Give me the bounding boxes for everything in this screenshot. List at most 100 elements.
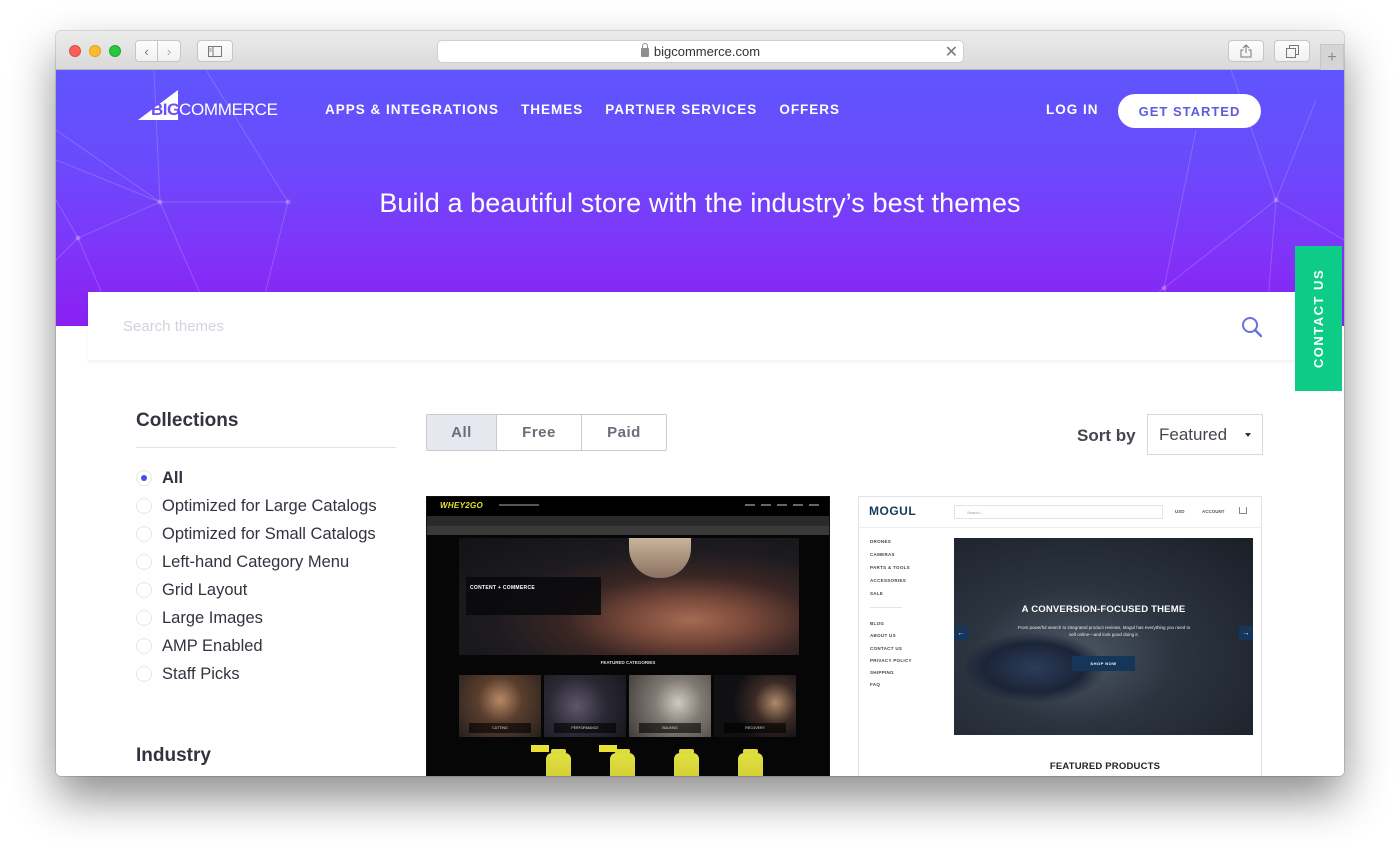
collection-label: Optimized for Small Catalogs	[162, 524, 376, 543]
arrow-right-icon: →	[1239, 626, 1253, 640]
filter-sidebar: Collections All Optimized for Large Cata…	[136, 410, 396, 766]
preview-logo: MOGUL	[869, 504, 917, 518]
contact-us-tab[interactable]: CONTACT US	[1295, 246, 1342, 391]
sort-value: Featured	[1159, 424, 1228, 444]
preview-account: ACCOUNT	[1202, 509, 1225, 514]
tab-all[interactable]: All	[427, 415, 497, 450]
page: BIG COMMERCE APPS & INTEGRATIONS THEMES …	[56, 70, 1344, 776]
radio-button[interactable]	[136, 526, 152, 542]
nav-partner-services[interactable]: PARTNER SERVICES	[605, 102, 757, 117]
login-link[interactable]: LOG IN	[1046, 102, 1099, 117]
search-box	[88, 292, 1298, 360]
collections-heading: Collections	[136, 410, 239, 431]
close-window-button[interactable]	[69, 45, 81, 57]
preview-logo: WHEY2GO	[440, 501, 483, 510]
tab-overview-button[interactable]	[1274, 40, 1310, 62]
forward-button[interactable]: ›	[158, 40, 181, 62]
nav-apps-integrations[interactable]: APPS & INTEGRATIONS	[325, 102, 499, 117]
nav-themes[interactable]: THEMES	[521, 102, 583, 117]
preview-menu-item: SHIPPING	[870, 670, 894, 676]
nav-offers[interactable]: OFFERS	[779, 102, 840, 117]
collection-option-left-hand-menu[interactable]: Left-hand Category Menu	[136, 548, 396, 576]
radio-button[interactable]	[136, 498, 152, 514]
preview-header: MOGUL Search... USD ACCOUNT	[859, 497, 1261, 528]
preview-decoration	[499, 504, 539, 506]
new-tab-button[interactable]: +	[1320, 44, 1344, 70]
tabs-icon	[1285, 44, 1299, 58]
contact-us-label: CONTACT US	[1311, 268, 1327, 369]
collection-option-grid-layout[interactable]: Grid Layout	[136, 576, 396, 604]
url-text: bigcommerce.com	[653, 44, 761, 59]
preview-menu-item: ABOUT US	[870, 633, 896, 639]
preview-product-bottle	[674, 749, 699, 776]
preview-category: RECOVERY	[714, 675, 796, 737]
radio-button[interactable]	[136, 582, 152, 598]
preview-menu-item: PARTS & TOOLS	[870, 565, 910, 570]
collection-option-staff-picks[interactable]: Staff Picks	[136, 660, 396, 688]
logo-big-text: BIG	[151, 100, 180, 119]
preview-hero-title: A CONVERSION-FOCUSED THEME	[1021, 604, 1186, 615]
radio-button[interactable]	[136, 470, 152, 486]
arrow-left-icon: ←	[954, 626, 968, 640]
sidebar-icon	[208, 45, 222, 57]
preview-menu-item: BLOG	[870, 621, 885, 626]
collection-option-small-catalogs[interactable]: Optimized for Small Catalogs	[136, 520, 396, 548]
preview-menu-item: DRONES	[870, 539, 892, 544]
preview-category: CUTTING	[459, 675, 541, 737]
chevron-right-icon: ›	[166, 43, 172, 59]
preview-hero-image: CONTENT + COMMERCE	[459, 538, 799, 655]
collection-label: All	[162, 468, 184, 487]
preview-hero-box: CONTENT + COMMERCE	[466, 577, 601, 615]
theme-card-whey2go[interactable]: WHEY2GO CONTENT + COMMERCE FEATURED CATE…	[426, 496, 830, 776]
chevron-left-icon: ‹	[144, 43, 149, 59]
collection-option-amp-enabled[interactable]: AMP Enabled	[136, 632, 396, 660]
collection-option-large-catalogs[interactable]: Optimized for Large Catalogs	[136, 492, 396, 520]
minimize-window-button[interactable]	[89, 45, 101, 57]
radio-button[interactable]	[136, 554, 152, 570]
preview-product-bottle	[738, 749, 763, 776]
preview-hero-subtitle: From powerful search to integrated produ…	[1017, 625, 1191, 637]
preview-product-bottle	[546, 749, 571, 776]
preview-search: Search...	[954, 505, 1163, 519]
tab-paid[interactable]: Paid	[582, 415, 666, 450]
preview-badge	[531, 745, 549, 752]
radio-button[interactable]	[136, 638, 152, 654]
sidebar-toggle-button[interactable]	[197, 40, 233, 62]
caret-down-icon	[1245, 433, 1251, 437]
plus-icon: +	[1327, 48, 1337, 66]
price-filter-tabs: All Free Paid	[426, 414, 667, 451]
preview-category: BULKING	[629, 675, 711, 737]
collection-label: Left-hand Category Menu	[162, 552, 350, 571]
browser-window: ‹ › bigcommerce.com ✕ + BIG COMMERCE APP…	[56, 31, 1344, 776]
cart-icon	[1239, 507, 1247, 514]
radio-button[interactable]	[136, 666, 152, 682]
preview-hero-title: CONTENT + COMMERCE	[470, 585, 535, 591]
address-bar[interactable]: bigcommerce.com ✕	[437, 40, 964, 63]
tab-free[interactable]: Free	[497, 415, 582, 450]
collection-label: Optimized for Large Catalogs	[162, 496, 377, 515]
search-icon[interactable]	[1241, 316, 1263, 338]
sort-select[interactable]: Featured	[1147, 414, 1263, 455]
preview-banner	[427, 526, 829, 535]
preview-section-title: FEATURED CATEGORIES	[600, 660, 656, 665]
preview-menu-item: FAQ	[870, 682, 881, 688]
zoom-window-button[interactable]	[109, 45, 121, 57]
preview-header: WHEY2GO	[427, 497, 829, 516]
search-input[interactable]	[88, 292, 1228, 360]
radio-button[interactable]	[136, 610, 152, 626]
collection-option-large-images[interactable]: Large Images	[136, 604, 396, 632]
preview-divider	[870, 607, 902, 608]
close-icon[interactable]: ✕	[945, 42, 958, 62]
back-button[interactable]: ‹	[135, 40, 158, 62]
share-button[interactable]	[1228, 40, 1264, 62]
theme-card-mogul[interactable]: MOGUL Search... USD ACCOUNT DRONES CAMER…	[858, 496, 1262, 776]
lock-icon	[640, 43, 649, 57]
collection-label: AMP Enabled	[162, 636, 263, 655]
get-started-button[interactable]: GET STARTED	[1118, 94, 1261, 128]
browser-toolbar: ‹ › bigcommerce.com ✕ +	[56, 31, 1344, 70]
industry-heading: Industry	[136, 745, 211, 766]
desktop: ‹ › bigcommerce.com ✕ + BIG COMMERCE APP…	[0, 0, 1400, 856]
collection-option-all[interactable]: All	[136, 464, 396, 492]
collection-label: Large Images	[162, 608, 263, 627]
preview-menu-secondary: BLOG ABOUT US CONTACT US PRIVACY POLICY …	[870, 621, 912, 695]
